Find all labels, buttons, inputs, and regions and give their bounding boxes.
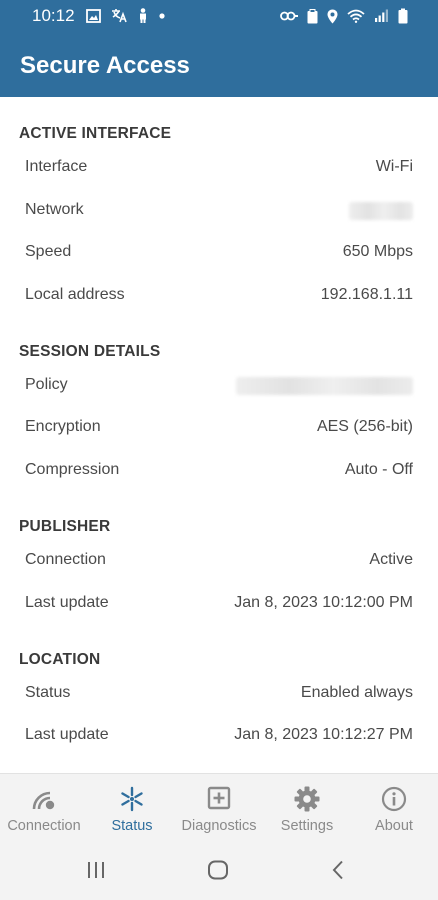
section-header-active-interface: ACTIVE INTERFACE (19, 125, 172, 142)
back-icon[interactable] (331, 859, 345, 881)
status-time: 10:12 (32, 6, 75, 25)
location-status-value: Enabled always (300, 684, 413, 701)
encryption-label: Encryption (25, 418, 101, 435)
publisher-connection-value: Active (369, 551, 413, 568)
location-status-label: Status (25, 684, 71, 701)
wifi-icon (347, 9, 365, 23)
bottom-nav: Connection Status Diagnostics Settings A… (0, 773, 438, 841)
network-label: Network (25, 201, 84, 218)
battery-icon (398, 8, 408, 24)
location-last-update-value: Jan 8, 2023 10:12:27 PM (234, 726, 413, 743)
snowflake-icon (121, 786, 143, 812)
speed-value: 650 Mbps (342, 243, 413, 260)
policy-value-redacted (236, 377, 413, 395)
app-bar: Secure Access (0, 32, 438, 97)
section-header-session-details: SESSION DETAILS (19, 343, 161, 360)
network-value-redacted (349, 202, 413, 220)
dot-icon (159, 12, 165, 19)
compression-value: Auto - Off (344, 461, 413, 478)
recents-icon[interactable] (86, 859, 106, 881)
local-address-value: 192.168.1.11 (320, 286, 413, 303)
status-content: ACTIVE INTERFACE Interface Wi-Fi Network… (0, 97, 438, 773)
signal-icon (375, 9, 388, 22)
local-address-label: Local address (25, 286, 125, 303)
nav-connection-label: Connection (7, 818, 81, 834)
nav-connection[interactable]: Connection (0, 774, 88, 842)
policy-label: Policy (25, 376, 68, 393)
nav-status-label: Status (111, 818, 153, 834)
location-last-update-label: Last update (25, 726, 109, 743)
publisher-last-update-label: Last update (25, 594, 109, 611)
home-icon[interactable] (207, 859, 229, 881)
encryption-value: AES (256-bit) (316, 418, 413, 435)
plus-box-icon (207, 786, 231, 810)
interface-value: Wi-Fi (375, 158, 413, 175)
clipboard-icon (307, 8, 318, 23)
speed-label: Speed (25, 243, 72, 260)
section-header-location: LOCATION (19, 651, 101, 668)
nav-diagnostics[interactable]: Diagnostics (175, 774, 263, 842)
compression-label: Compression (25, 461, 120, 478)
publisher-last-update-value: Jan 8, 2023 10:12:00 PM (234, 594, 413, 611)
signal-waves-icon (32, 791, 55, 810)
nav-diagnostics-label: Diagnostics (181, 818, 257, 834)
publisher-connection-label: Connection (25, 551, 106, 568)
nav-settings-label: Settings (280, 818, 334, 834)
translate-icon (112, 9, 127, 23)
key-icon (280, 11, 298, 21)
nav-about-label: About (375, 818, 413, 834)
image-icon (86, 8, 101, 23)
status-bar: 10:12 (0, 0, 438, 32)
app-title: Secure Access (20, 52, 190, 79)
section-header-publisher: PUBLISHER (19, 518, 111, 535)
system-nav-bar (0, 841, 438, 900)
person-icon (140, 8, 146, 23)
info-icon (381, 786, 407, 812)
nav-about[interactable]: About (350, 774, 438, 842)
nav-settings[interactable]: Settings (263, 774, 351, 842)
gear-icon (294, 786, 320, 812)
nav-status[interactable]: Status (88, 774, 176, 842)
location-icon (327, 9, 338, 23)
interface-label: Interface (25, 158, 88, 175)
